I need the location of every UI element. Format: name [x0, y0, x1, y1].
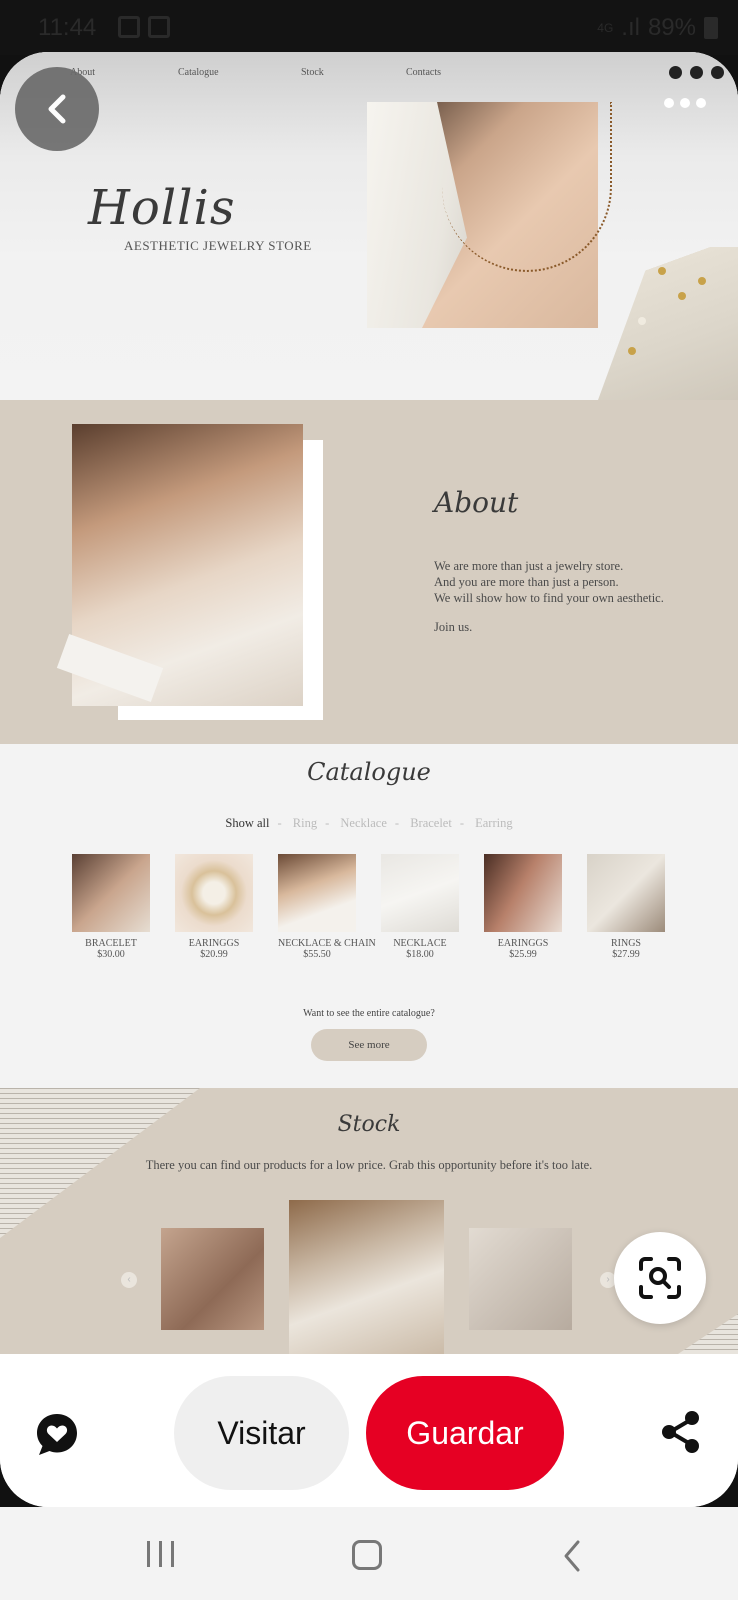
product-card: EARINGGS $25.99 — [484, 854, 562, 960]
recent-apps-icon — [147, 1541, 150, 1567]
home-button[interactable] — [352, 1540, 382, 1570]
more-dots-icon — [664, 98, 674, 108]
chevron-left-icon — [48, 94, 66, 124]
product-price: $30.00 — [97, 949, 125, 960]
product-name: NECKLACE & CHAIN — [278, 938, 376, 949]
visual-search-button[interactable] — [614, 1232, 706, 1324]
recent-apps-icon — [171, 1541, 174, 1567]
stock-description: There you can find our products for a lo… — [145, 1158, 593, 1172]
newspaper-decoration — [678, 1314, 738, 1354]
pin-card: About Catalogue Stock Contacts Hollis AE… — [0, 52, 738, 1507]
about-cta: Join us. — [434, 620, 473, 634]
social-icons — [669, 66, 724, 79]
product-card: BRACELET $30.00 — [72, 854, 150, 960]
status-right: 4G .ıl 89% — [597, 14, 718, 42]
see-more-button: See more — [311, 1029, 427, 1061]
about-section: About We are more than just a jewelry st… — [0, 400, 738, 744]
product-price: $25.99 — [509, 949, 537, 960]
check-icon — [148, 16, 170, 38]
about-title: About — [434, 486, 519, 519]
filter-necklace: Necklace — [340, 816, 387, 830]
stock-photo — [469, 1228, 572, 1330]
nav-catalogue: Catalogue — [178, 67, 219, 78]
stock-title: Stock — [337, 1112, 401, 1137]
hero-section: About Catalogue Stock Contacts Hollis AE… — [0, 52, 738, 400]
instagram-icon — [711, 66, 724, 79]
gallery-icon — [118, 16, 140, 38]
twitter-icon — [669, 66, 682, 79]
product-name: NECKLACE — [393, 938, 447, 949]
about-text: We are more than just a jewelry store. A… — [434, 558, 664, 606]
nav-contacts: Contacts — [406, 67, 441, 78]
status-bar: 11:44 4G .ıl 89% — [0, 0, 738, 55]
brand-logo: Hollis — [88, 180, 236, 236]
filter-ring: Ring — [292, 816, 318, 830]
status-notification-icons — [118, 16, 170, 38]
visit-button[interactable]: Visitar — [174, 1376, 349, 1490]
catalogue-prompt: Want to see the entire catalogue? — [303, 1008, 435, 1019]
signal-icon: .ıl — [621, 14, 640, 41]
status-time: 11:44 — [38, 14, 97, 41]
action-bar: Visitar Guardar — [0, 1354, 738, 1507]
chain-shape — [442, 102, 612, 272]
product-name: BRACELET — [85, 938, 137, 949]
about-line: We will show how to find your own aesthe… — [434, 591, 664, 605]
facebook-icon — [690, 66, 703, 79]
about-line: And you are more than just a person. — [434, 575, 619, 589]
save-button[interactable]: Guardar — [366, 1376, 564, 1490]
filter-earring: Earring — [475, 816, 513, 830]
brand-tagline: AESTHETIC JEWELRY STORE — [124, 238, 312, 253]
back-button[interactable] — [15, 67, 99, 151]
product-price: $20.99 — [200, 949, 228, 960]
product-price: $27.99 — [612, 949, 640, 960]
product-card: RINGS $27.99 — [587, 854, 665, 960]
catalogue-section: Catalogue Show all - Ring - Necklace - Brac… — [0, 744, 738, 1088]
hero-necklace-photo — [367, 102, 612, 328]
carousel-prev-icon: ‹ — [121, 1272, 137, 1288]
product-name: RINGS — [610, 938, 641, 949]
product-price: $18.00 — [406, 949, 434, 960]
product-price: $55.50 — [303, 949, 331, 960]
heart-chat-icon[interactable] — [34, 1411, 80, 1457]
product-thumb — [278, 854, 356, 932]
battery-icon — [704, 17, 718, 39]
recent-apps-button[interactable] — [147, 1541, 174, 1567]
catalogue-filters: Show all - Ring - Necklace - Bracelet - Earr… — [225, 816, 513, 830]
more-dots-icon — [696, 98, 706, 108]
more-options-button[interactable] — [664, 98, 706, 108]
product-thumb — [587, 854, 665, 932]
stock-photo — [161, 1228, 264, 1330]
about-line: We are more than just a jewelry store. — [434, 559, 624, 573]
nav-stock: Stock — [301, 67, 324, 78]
product-card: NECKLACE $18.00 — [381, 854, 459, 960]
pin-image[interactable]: About Catalogue Stock Contacts Hollis AE… — [0, 52, 738, 1354]
stock-photo-featured — [289, 1200, 444, 1354]
share-icon[interactable] — [660, 1410, 702, 1454]
product-card: NECKLACE & CHAIN $55.50 — [278, 854, 376, 960]
product-card: EARINGGS $20.99 — [175, 854, 253, 960]
product-thumb — [72, 854, 150, 932]
dried-flowers-decoration — [598, 247, 738, 400]
network-type: 4G — [597, 21, 614, 35]
battery-level: 89% — [647, 14, 696, 41]
system-back-icon[interactable] — [562, 1539, 582, 1573]
catalogue-title: Catalogue — [307, 758, 431, 786]
visual-search-icon — [639, 1257, 681, 1299]
more-dots-icon — [680, 98, 690, 108]
filter-show-all: Show all — [225, 816, 270, 830]
product-grid: BRACELET $30.00 EARINGGS $20.99 NECKLACE… — [72, 854, 665, 960]
product-thumb — [381, 854, 459, 932]
product-name: EARINGGS — [497, 938, 549, 949]
product-name: EARINGGS — [188, 938, 240, 949]
product-thumb — [484, 854, 562, 932]
recent-apps-icon — [159, 1541, 162, 1567]
filter-bracelet: Bracelet — [410, 816, 452, 830]
system-nav-bar — [0, 1507, 738, 1600]
product-thumb — [175, 854, 253, 932]
stock-section: Stock There you can find our products fo… — [0, 1088, 738, 1354]
